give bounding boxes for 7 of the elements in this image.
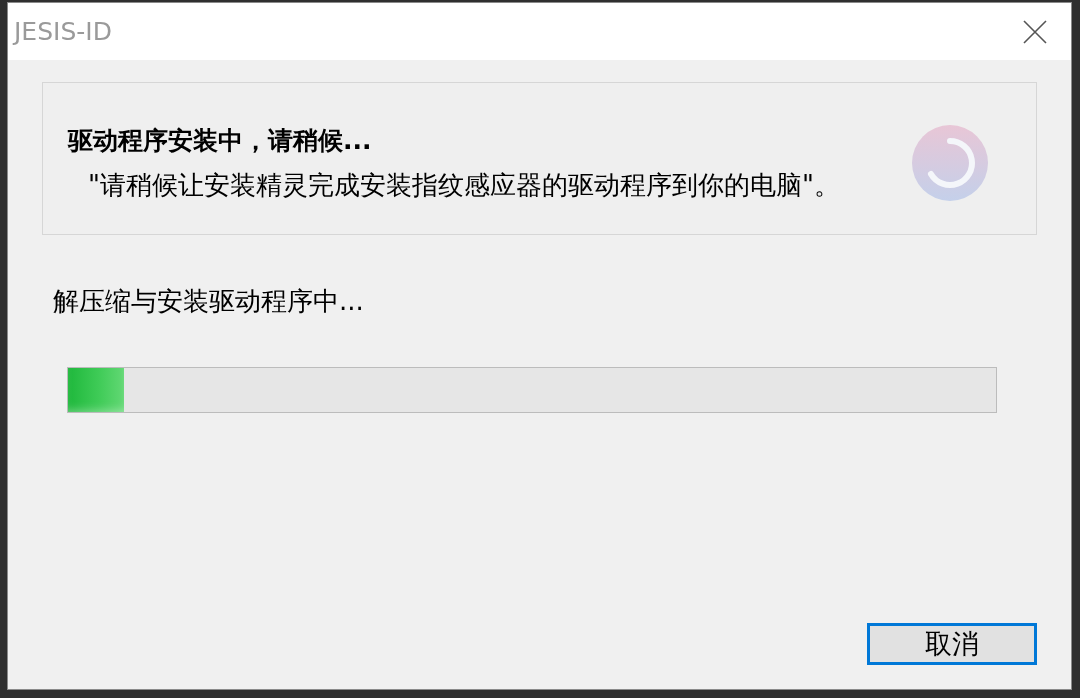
status-text: 解压缩与安装驱动程序中...	[53, 285, 364, 317]
spinner-icon	[912, 124, 988, 201]
cancel-button[interactable]: 取消	[867, 623, 1037, 665]
header-description: "请稍候让安装精灵完成安装指纹感应器的驱动程序到你的电脑"。	[87, 168, 840, 201]
close-icon	[1023, 19, 1047, 44]
window-title: JESIS-ID	[14, 17, 112, 46]
header-title: 驱动程序安装中，请稍候...	[68, 124, 373, 157]
